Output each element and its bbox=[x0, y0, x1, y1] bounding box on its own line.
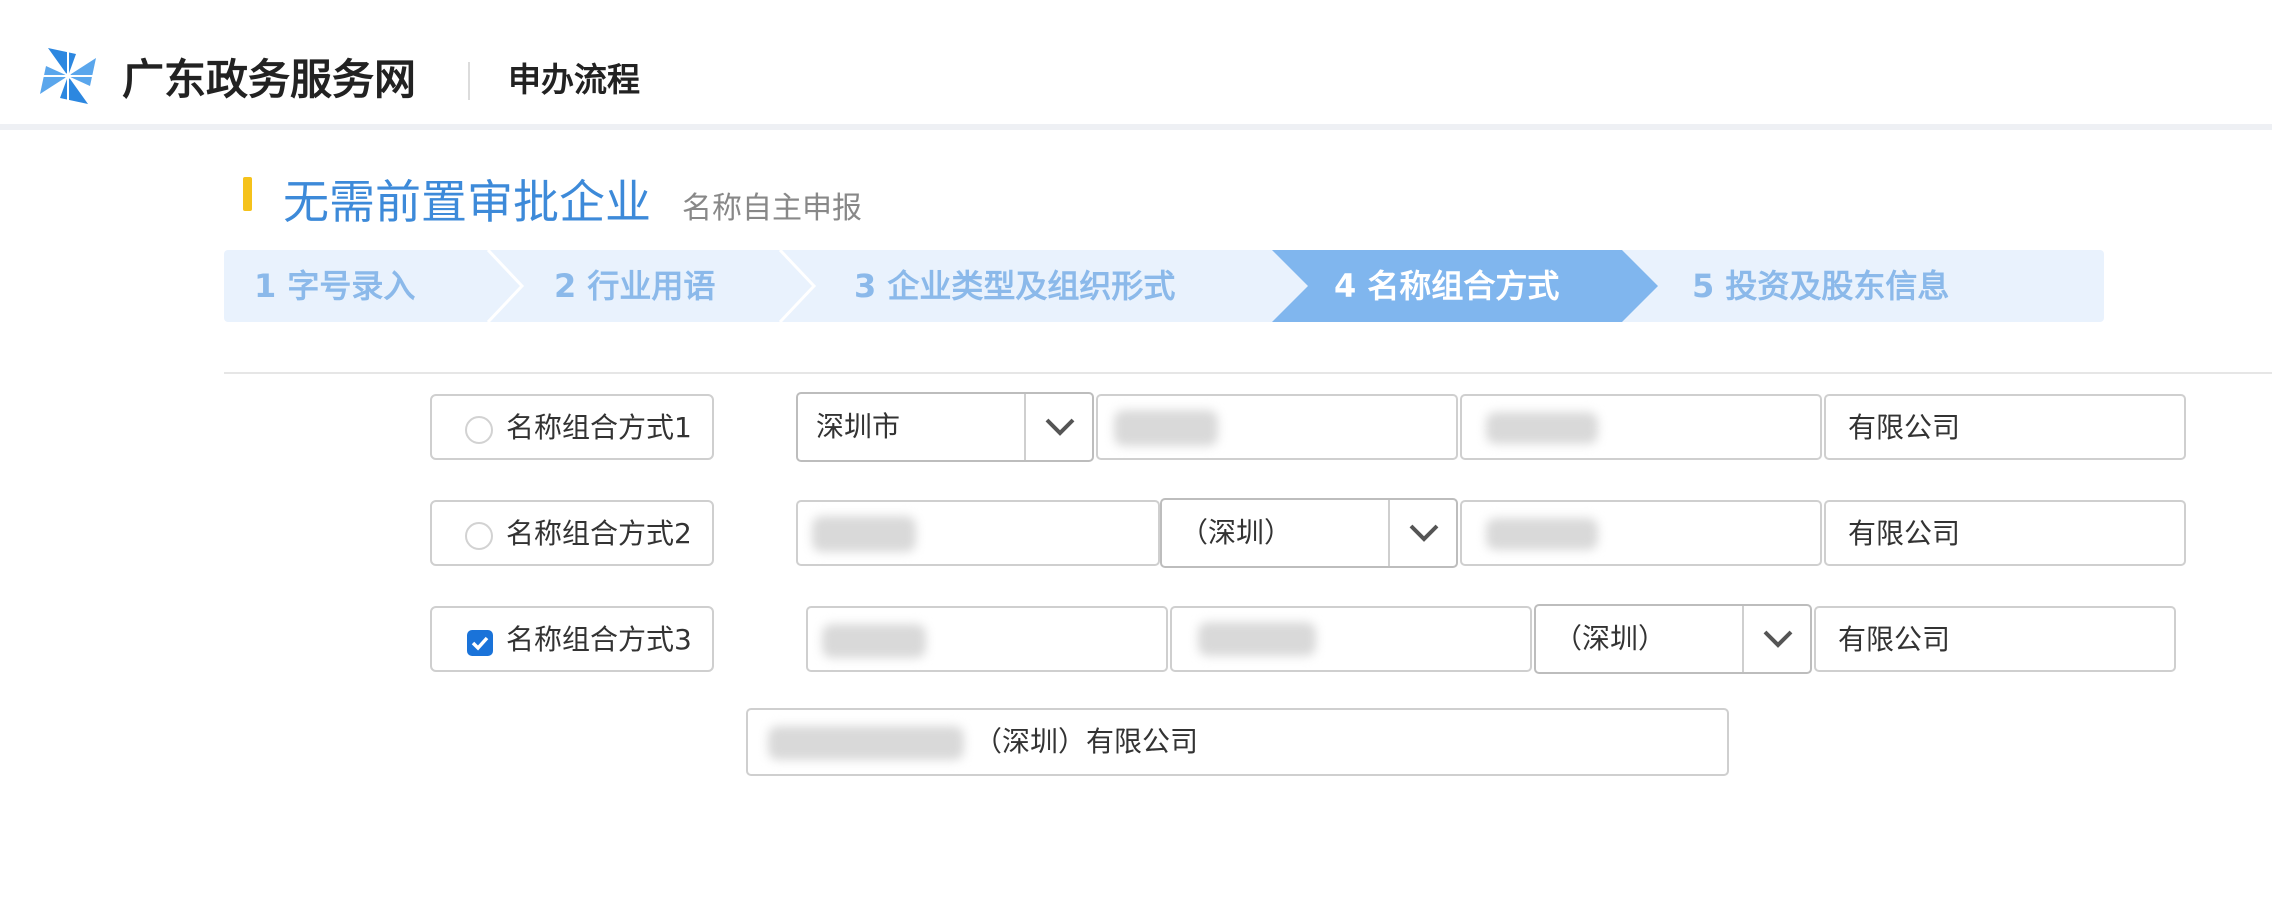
redacted-text bbox=[1486, 412, 1598, 444]
select-dropdown-button[interactable] bbox=[1388, 500, 1456, 566]
redacted-text bbox=[822, 624, 926, 658]
option-2-field-b[interactable] bbox=[1460, 500, 1822, 566]
option-2-suffix-field[interactable]: 有限公司 bbox=[1824, 500, 2186, 566]
checkmark-icon bbox=[471, 636, 489, 651]
step-1[interactable]: 1 字号录入 bbox=[254, 250, 415, 322]
select-dropdown-button[interactable] bbox=[1024, 394, 1092, 460]
step-3[interactable]: 3 企业类型及组织形式 bbox=[854, 250, 1175, 322]
option-2-field-a[interactable] bbox=[796, 500, 1160, 566]
select-value: 深圳市 bbox=[816, 410, 901, 443]
step-2[interactable]: 2 行业用语 bbox=[554, 250, 715, 322]
section-divider bbox=[224, 372, 2272, 374]
header-divider bbox=[468, 62, 470, 100]
option-1-region-select[interactable]: 深圳市 bbox=[796, 392, 1094, 462]
progress-steps: 1 字号录入 2 行业用语 3 企业类型及组织形式 4 名称组合方式 5 投资及… bbox=[224, 250, 2104, 322]
redacted-text bbox=[1486, 518, 1598, 550]
preview-text: （深圳）有限公司 bbox=[974, 725, 1199, 758]
option-2-toggle[interactable]: 名称组合方式2 bbox=[430, 500, 714, 566]
option-1-suffix-field[interactable]: 有限公司 bbox=[1824, 394, 2186, 460]
name-preview-field[interactable]: （深圳）有限公司 bbox=[746, 708, 1729, 776]
suffix-text: 有限公司 bbox=[1838, 623, 1951, 656]
redacted-text bbox=[812, 516, 916, 552]
radio-button[interactable] bbox=[465, 522, 493, 550]
option-1-field-b[interactable] bbox=[1460, 394, 1822, 460]
pinwheel-icon[interactable] bbox=[36, 44, 100, 108]
chevron-down-icon bbox=[1763, 630, 1793, 648]
suffix-text: 有限公司 bbox=[1848, 411, 1961, 444]
header-subtitle: 申办流程 bbox=[508, 60, 640, 99]
redacted-text bbox=[1114, 410, 1218, 446]
suffix-text: 有限公司 bbox=[1848, 517, 1961, 550]
option-3-field-b[interactable] bbox=[1170, 606, 1532, 672]
checkbox-checked[interactable] bbox=[467, 630, 493, 656]
chevron-down-icon bbox=[1045, 418, 1075, 436]
step-separator bbox=[486, 250, 525, 322]
redacted-text bbox=[768, 726, 964, 760]
option-label: 名称组合方式3 bbox=[506, 623, 692, 656]
redacted-text bbox=[1198, 622, 1316, 656]
radio-button[interactable] bbox=[465, 416, 493, 444]
option-1-field-a[interactable] bbox=[1096, 394, 1458, 460]
step-4-active[interactable]: 4 名称组合方式 bbox=[1334, 250, 1559, 322]
option-3-toggle[interactable]: 名称组合方式3 bbox=[430, 606, 714, 672]
site-name[interactable]: 广东政务服务网 bbox=[122, 52, 416, 108]
option-label: 名称组合方式2 bbox=[506, 517, 692, 550]
site-header: 广东政务服务网 申办流程 bbox=[0, 0, 2272, 130]
select-value: （深圳） bbox=[1180, 516, 1293, 549]
option-label: 名称组合方式1 bbox=[506, 411, 692, 444]
option-3-suffix-field[interactable]: 有限公司 bbox=[1814, 606, 2176, 672]
chevron-down-icon bbox=[1409, 524, 1439, 542]
title-accent-bar bbox=[243, 177, 252, 211]
page-subtitle: 名称自主申报 bbox=[682, 191, 862, 226]
select-dropdown-button[interactable] bbox=[1742, 606, 1810, 672]
step-separator bbox=[778, 250, 817, 322]
page-title: 无需前置审批企业 bbox=[283, 175, 651, 229]
option-1-toggle[interactable]: 名称组合方式1 bbox=[430, 394, 714, 460]
step-5[interactable]: 5 投资及股东信息 bbox=[1692, 250, 1949, 322]
option-2-region-select[interactable]: （深圳） bbox=[1160, 498, 1458, 568]
select-value: （深圳） bbox=[1554, 622, 1667, 655]
option-3-region-select[interactable]: （深圳） bbox=[1534, 604, 1812, 674]
option-3-field-a[interactable] bbox=[806, 606, 1168, 672]
